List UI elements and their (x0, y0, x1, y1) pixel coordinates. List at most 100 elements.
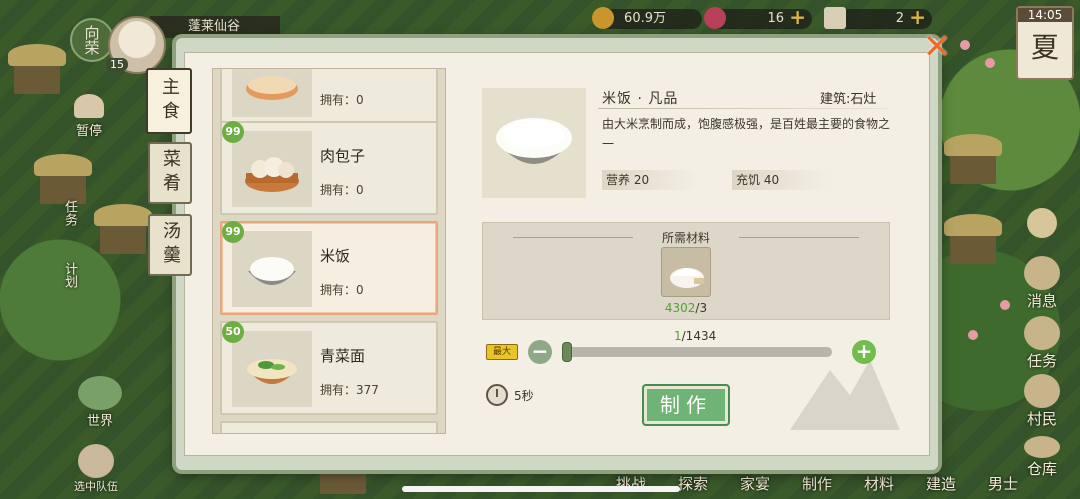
quantity-current: 1 (674, 329, 682, 343)
message-icon (1024, 256, 1060, 290)
hut (8, 44, 66, 94)
coins-resource: 60.9万 (592, 7, 702, 29)
close-icon[interactable]: ✕ (920, 30, 954, 64)
material-need: /3 (695, 301, 708, 315)
task-side-button[interactable]: 任务 (60, 200, 79, 226)
blossom (960, 40, 970, 50)
bottom-challenge[interactable]: 挑战 (600, 469, 662, 499)
add-gems-button[interactable]: + (789, 7, 806, 27)
player-level: 15 (106, 58, 128, 71)
recipe-thumb (232, 131, 312, 207)
recipe-badge: 99 (222, 221, 244, 243)
recipe-name: 青菜面 (320, 347, 366, 365)
divider (739, 237, 859, 238)
team-button[interactable]: 选中队伍 (74, 444, 118, 494)
bottom-materials[interactable]: 材料 (848, 469, 910, 499)
pause-label: 暂停 (75, 124, 102, 139)
villager-label: 村民 (1026, 410, 1057, 428)
villager-button[interactable]: 村民 (1014, 374, 1070, 429)
selected-dish-image (482, 88, 586, 198)
recipe-list[interactable]: 拥有：0 99 肉包子 拥有：0 99 米饭 拥有：0 50 青菜面 拥有：37… (212, 68, 446, 434)
timer-icon (486, 384, 508, 406)
nutrition-stat: 营养 20 (602, 170, 698, 190)
bottom-craft[interactable]: 制作 (786, 469, 848, 499)
slider-handle[interactable] (562, 342, 573, 362)
quantity-readout: 1/1434 (674, 329, 716, 343)
top-bar: 蓬莱仙谷 向荣 15 60.9万 16 + 2 + 14:05 夏 (0, 0, 1080, 80)
divider (598, 108, 888, 109)
bottom-build[interactable]: 建造 (910, 469, 972, 499)
bottom-explore[interactable]: 探索 (662, 469, 724, 499)
villager-icon (1024, 374, 1060, 408)
home-indicator[interactable] (402, 486, 680, 492)
recipe-owned: 拥有：0 (320, 283, 364, 297)
materials-panel: 所需材料 4302/3 (482, 222, 890, 320)
blossom (985, 58, 995, 68)
rice-bowl-icon (496, 118, 572, 164)
mountain-decoration (790, 360, 900, 430)
recipe-card-rice[interactable]: 99 米饭 拥有：0 (220, 221, 438, 315)
noodle-bowl-icon (247, 359, 297, 384)
recipe-card[interactable] (220, 421, 438, 433)
hut (34, 154, 92, 204)
gems-resource: 16 + (704, 7, 812, 29)
tickets-resource: 2 + (824, 7, 932, 29)
recipe-card-veg-noodles[interactable]: 50 青菜面 拥有：377 (220, 321, 438, 415)
pause-button[interactable]: 暂停 (74, 94, 104, 139)
add-tickets-button[interactable]: + (909, 7, 926, 27)
recipe-badge: 50 (222, 321, 244, 343)
recipe-card[interactable]: 拥有：0 (220, 69, 438, 125)
season-label: 夏 (1030, 31, 1059, 64)
recipe-badge: 99 (222, 121, 244, 143)
max-quantity-button[interactable]: 最大 (486, 344, 518, 360)
dish-building: 建筑:石灶 (820, 92, 877, 107)
season-clock[interactable]: 14:05 夏 (1016, 6, 1074, 80)
recipe-name: 米饭 (320, 247, 351, 265)
recipe-owned: 拥有：377 (320, 383, 379, 397)
world-button[interactable]: 世界 (78, 376, 122, 429)
recipe-owned: 拥有：0 (320, 93, 364, 107)
recipe-card-meat-bun[interactable]: 99 肉包子 拥有：0 (220, 121, 438, 215)
message-button[interactable]: 消息 (1014, 256, 1070, 311)
steamed-bun-icon (245, 157, 299, 192)
tab-dishes[interactable]: 菜肴 (148, 142, 192, 204)
coins-value: 60.9万 (624, 11, 666, 26)
hut (94, 204, 152, 254)
recipe-thumb (232, 69, 312, 117)
warehouse-icon (1024, 436, 1060, 458)
blossom (1000, 300, 1010, 310)
rice-bowl-icon (248, 257, 296, 285)
decrease-button[interactable]: − (528, 340, 552, 364)
plan-side-button[interactable]: 计划 (60, 262, 79, 288)
task-label: 任务 (1026, 352, 1057, 370)
hut (944, 134, 1002, 184)
material-count: 4302/3 (483, 301, 889, 315)
tab-soups[interactable]: 汤羹 (148, 214, 192, 276)
mushroom-pause-icon (74, 94, 104, 118)
world-label: 世界 (86, 414, 113, 429)
rice-sack-icon (670, 268, 704, 288)
flower-icon (1027, 208, 1057, 238)
material-slot-rice[interactable] (661, 247, 711, 297)
recipe-thumb (232, 231, 312, 307)
satiety-stat: 充饥 40 (732, 170, 828, 190)
coin-icon (592, 7, 614, 29)
blossom (968, 330, 978, 340)
message-label: 消息 (1026, 292, 1057, 310)
quantity-max: /1434 (681, 329, 717, 343)
recipe-owned: 拥有：0 (320, 183, 364, 197)
ticket-icon (824, 7, 846, 29)
bottom-feast[interactable]: 家宴 (724, 469, 786, 499)
game-time: 14:05 (1018, 8, 1072, 22)
flower-menu-button[interactable] (1014, 208, 1070, 238)
hut (944, 214, 1002, 264)
task-button[interactable]: 任务 (1014, 316, 1070, 371)
tab-staple[interactable]: 主食 (146, 68, 192, 134)
scroll-task-icon (1024, 316, 1060, 350)
dish-icon (246, 76, 298, 100)
gem-icon (704, 7, 726, 29)
make-button[interactable]: 制作 (642, 384, 730, 426)
recipe-thumb (232, 331, 312, 407)
bottom-gentleman[interactable]: 男士 (972, 469, 1034, 499)
player-panel[interactable]: 向荣 15 (70, 6, 180, 76)
